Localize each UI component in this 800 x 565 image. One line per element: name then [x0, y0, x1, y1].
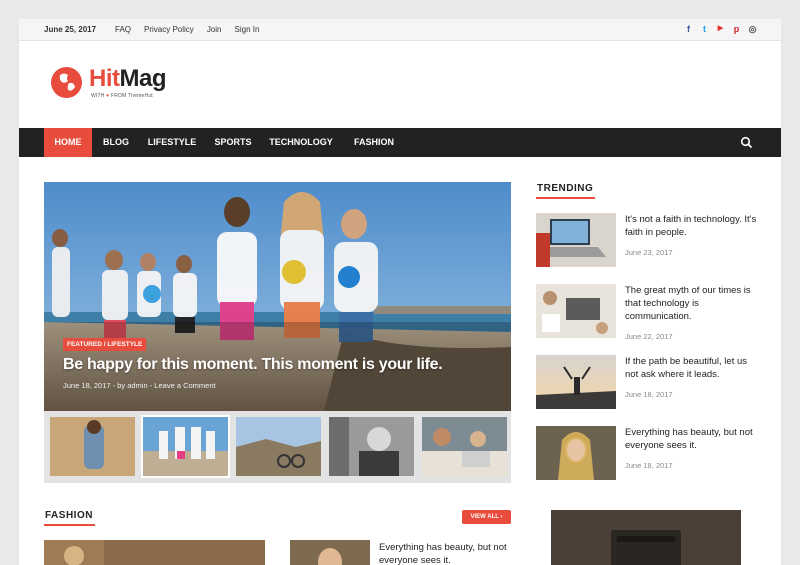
trending-heading: TRENDING: [537, 183, 594, 194]
featured-category-badge[interactable]: FEATURED / LIFESTYLE: [63, 338, 147, 351]
current-date: June 25, 2017: [44, 25, 97, 34]
instagram-icon[interactable]: ◎: [748, 23, 757, 35]
tagline-from: FROM ThemeHut: [110, 93, 153, 99]
nav-item-sports[interactable]: SPORTS: [211, 128, 255, 157]
globe-logo-icon[interactable]: [51, 67, 82, 98]
trending-date: June 23, 2017: [625, 248, 673, 257]
slider-thumbnail[interactable]: [329, 417, 414, 476]
trending-thumbnail[interactable]: [536, 213, 616, 267]
pinterest-icon[interactable]: p: [732, 23, 741, 35]
sign-in-link[interactable]: Sign In: [235, 25, 260, 34]
trending-date: June 18, 2017: [625, 461, 673, 470]
site-title-mag: Mag: [119, 65, 167, 92]
sidebar-typewriter-image: [551, 510, 741, 565]
trending-title[interactable]: It's not a faith in technology. It's fai…: [625, 213, 761, 239]
trending-thumbnail[interactable]: [536, 426, 616, 480]
fashion-featured-image[interactable]: [44, 540, 265, 565]
trending-date: June 18, 2017: [625, 390, 673, 399]
trending-title[interactable]: If the path be beautiful, let us not ask…: [625, 355, 761, 381]
slider-thumbnails: [44, 411, 511, 483]
youtube-icon[interactable]: ▶: [716, 23, 725, 35]
nav-item-lifestyle[interactable]: LIFESTYLE: [143, 128, 201, 157]
top-bar: June 25, 2017 FAQ Privacy Policy Join Si…: [19, 19, 781, 41]
nav-item-fashion[interactable]: FASHION: [349, 128, 399, 157]
trending-item[interactable]: The great myth of our times is that tech…: [536, 284, 761, 341]
featured-post-meta: June 18, 2017 - by admin - Leave a Comme…: [63, 381, 216, 390]
trending-title[interactable]: The great myth of our times is that tech…: [625, 284, 761, 323]
fashion-thumbnail[interactable]: [290, 540, 370, 565]
slider-thumbnail[interactable]: [236, 417, 321, 476]
top-links: FAQ Privacy Policy Join Sign In: [115, 25, 259, 34]
trending-thumbnail[interactable]: [536, 355, 616, 409]
trending-date: June 22, 2017: [625, 332, 673, 341]
site-title-hit: Hit: [89, 65, 120, 92]
featured-image: [44, 182, 511, 411]
view-all-button[interactable]: VIEW ALL ›: [462, 510, 511, 524]
page: June 25, 2017 FAQ Privacy Policy Join Si…: [19, 19, 781, 565]
tagline-with: WITH: [91, 93, 105, 99]
twitter-icon[interactable]: t: [700, 23, 709, 35]
fashion-heading: FASHION: [45, 510, 93, 521]
site-title[interactable]: HitMag: [89, 65, 166, 93]
facebook-icon[interactable]: f: [684, 23, 693, 35]
fashion-article-title[interactable]: Everything has beauty, but not everyone …: [379, 541, 514, 565]
join-link[interactable]: Join: [207, 25, 222, 34]
main-navigation: HOME BLOG LIFESTYLE SPORTS TECHNOLOGY FA…: [19, 128, 781, 157]
trending-title[interactable]: Everything has beauty, but not everyone …: [625, 426, 761, 452]
trending-item[interactable]: Everything has beauty, but not everyone …: [536, 426, 761, 482]
slider-thumbnail[interactable]: [422, 417, 507, 476]
heart-icon: ♥: [106, 93, 110, 99]
trending-item[interactable]: If the path be beautiful, let us not ask…: [536, 355, 761, 411]
slider-thumbnail-active[interactable]: [141, 415, 230, 478]
search-icon[interactable]: [740, 136, 753, 149]
trending-underline: [536, 197, 595, 199]
fashion-underline: [44, 524, 95, 526]
trending-item[interactable]: It's not a faith in technology. It's fai…: [536, 213, 761, 269]
trending-thumbnail[interactable]: [536, 284, 616, 338]
slider-thumbnail[interactable]: [50, 417, 135, 476]
featured-post-title[interactable]: Be happy for this moment. This moment is…: [63, 356, 443, 374]
nav-item-blog[interactable]: BLOG: [99, 128, 133, 157]
faq-link[interactable]: FAQ: [115, 25, 131, 34]
nav-item-technology[interactable]: TECHNOLOGY: [267, 128, 335, 157]
nav-item-home[interactable]: HOME: [44, 128, 92, 157]
featured-slider[interactable]: FEATURED / LIFESTYLE Be happy for this m…: [44, 182, 511, 411]
privacy-policy-link[interactable]: Privacy Policy: [144, 25, 194, 34]
site-tagline: WITH ♥ FROM ThemeHut: [91, 93, 153, 99]
social-links: f t ▶ p ◎: [684, 23, 757, 35]
